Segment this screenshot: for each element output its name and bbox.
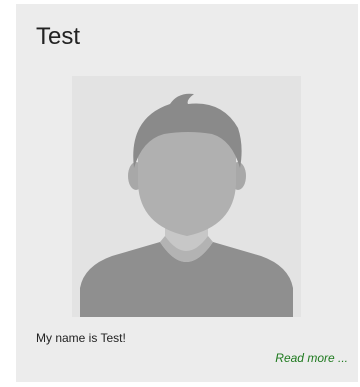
profile-bio: My name is Test!: [36, 331, 126, 345]
profile-card: Test My name is Test! Read more ...: [16, 4, 358, 382]
card-title: Test: [36, 23, 81, 50]
read-more-link[interactable]: Read more ...: [275, 350, 348, 366]
avatar: [72, 76, 301, 317]
person-silhouette-icon: [72, 76, 301, 317]
